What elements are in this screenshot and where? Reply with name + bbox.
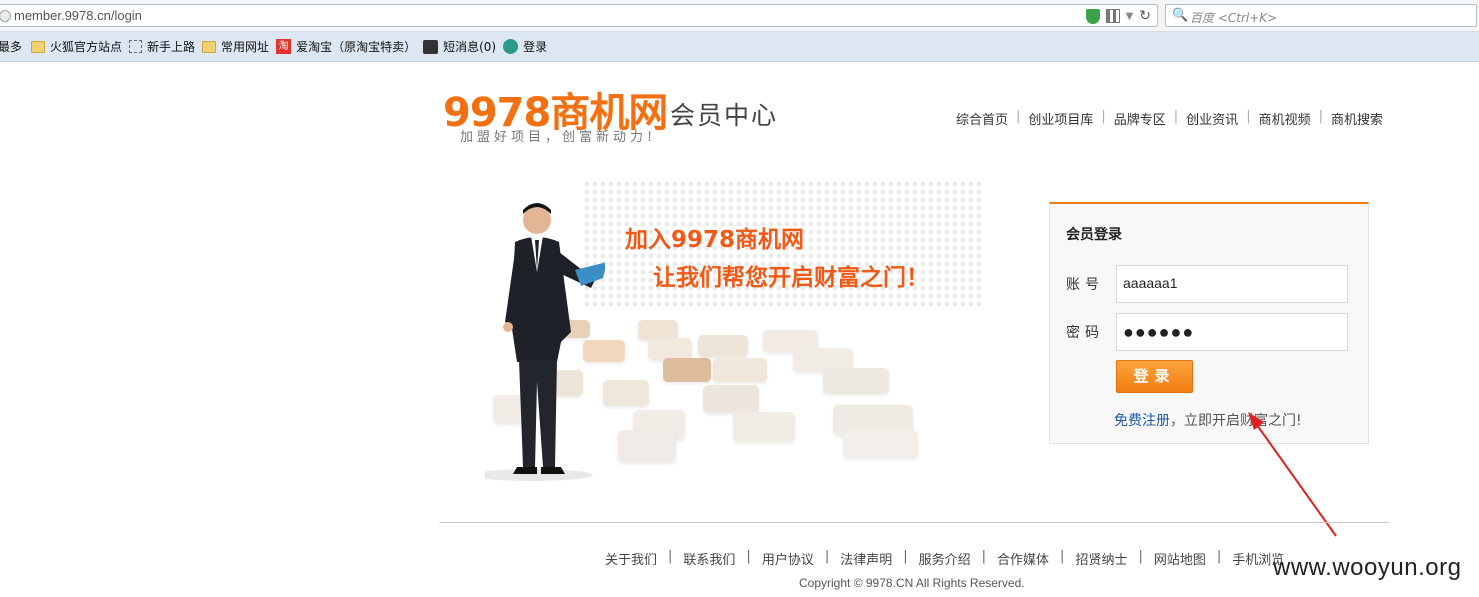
- footer-separator: |: [824, 549, 830, 564]
- account-input[interactable]: aaaaaa1: [1116, 265, 1348, 303]
- watermark-text: www.wooyun.org: [1273, 554, 1462, 581]
- nav-project-library[interactable]: 创业项目库: [1020, 109, 1101, 128]
- reload-icon[interactable]: ↻: [1139, 8, 1151, 24]
- nav-videos[interactable]: 商机视频: [1251, 109, 1319, 128]
- nav-search[interactable]: 商机搜索: [1323, 109, 1383, 128]
- nav-brands[interactable]: 品牌专区: [1106, 109, 1174, 128]
- password-input[interactable]: ●●●●●●: [1116, 313, 1348, 351]
- address-bar[interactable]: member.9978.cn/login ▼ ↻: [0, 4, 1158, 27]
- account-label: 账号: [1066, 277, 1104, 293]
- register-link[interactable]: 免费注册: [1114, 413, 1170, 429]
- footer-separator: |: [746, 549, 751, 564]
- qr-code-icon[interactable]: [1105, 9, 1120, 23]
- dashed-folder-icon: [129, 40, 143, 53]
- browser-toolbar: member.9978.cn/login ▼ ↻ 🔍 百度 <Ctrl+K>: [0, 0, 1479, 32]
- footer-link-jobs[interactable]: 招贤纳士: [1075, 549, 1127, 568]
- footer-link-media[interactable]: 合作媒体: [997, 549, 1049, 568]
- footer-links: 关于我们 | 联系我们 | 用户协议 | 法律声明 | 服务介绍 | 合作媒体 …: [605, 549, 1284, 568]
- bookmark-label: 火狐官方站点: [50, 40, 123, 54]
- footer-link-legal[interactable]: 法律声明: [840, 549, 892, 568]
- bookmarks-bar: 最多 火狐官方站点 新手上路 常用网址 淘 爱淘宝（原淘宝特卖） 短消息(0) …: [0, 32, 1479, 62]
- login-button[interactable]: 登录: [1116, 360, 1193, 393]
- nav-home[interactable]: 综合首页: [948, 109, 1016, 128]
- footer-separator: |: [1216, 549, 1222, 564]
- footer-link-services[interactable]: 服务介绍: [919, 549, 971, 568]
- bookmark-most[interactable]: 最多: [0, 38, 22, 55]
- hero-headline: 加入9978商机网: [625, 227, 805, 253]
- footer-separator: |: [903, 549, 908, 564]
- password-masked-value: ●●●●●●: [1123, 322, 1195, 342]
- footer-separator: |: [981, 549, 987, 564]
- message-icon: [423, 39, 439, 54]
- footer-link-sitemap[interactable]: 网站地图: [1154, 549, 1206, 568]
- password-label: 密码: [1066, 325, 1104, 341]
- bookmark-label: 新手上路: [147, 40, 196, 54]
- login-title: 会员登录: [1066, 227, 1122, 243]
- footer-divider: [439, 522, 1389, 523]
- footer-separator: |: [1138, 549, 1143, 564]
- footer-link-about[interactable]: 关于我们: [605, 549, 657, 568]
- top-navigation: 综合首页 | 创业项目库 | 品牌专区 | 创业资讯 | 商机视频 | 商机搜索: [948, 109, 1383, 128]
- bookmark-login[interactable]: 登录: [503, 38, 547, 55]
- nav-news[interactable]: 创业资讯: [1178, 109, 1246, 128]
- footer-separator: |: [1060, 549, 1065, 564]
- bookmark-label: 爱淘宝（原淘宝特卖）: [296, 40, 417, 54]
- bookmark-label: 登录: [523, 40, 548, 54]
- folder-icon: [31, 40, 46, 53]
- search-bar[interactable]: 🔍 百度 <Ctrl+K>: [1165, 4, 1477, 27]
- footer-link-agreement[interactable]: 用户协议: [762, 549, 814, 568]
- bookmark-messages[interactable]: 短消息(0): [423, 38, 496, 55]
- bookmark-label: 短消息(0): [443, 40, 497, 54]
- search-icon: 🔍: [1172, 8, 1189, 23]
- login-icon: [503, 39, 519, 54]
- bookmark-firefox[interactable]: 火狐官方站点: [31, 38, 122, 55]
- logo-slogan: 加盟好项目，创富新动力!: [460, 130, 657, 145]
- bookmark-label: 最多: [0, 40, 23, 54]
- bookmark-newbie[interactable]: 新手上路: [129, 38, 195, 55]
- folder-icon: [202, 40, 217, 53]
- hero-banner: 加入9978商机网 让我们帮您开启财富之门！: [463, 180, 993, 481]
- security-shield-icon[interactable]: [1085, 8, 1100, 24]
- search-placeholder[interactable]: 百度 <Ctrl+K>: [1190, 9, 1277, 26]
- copyright-text: Copyright © 9978.CN All Rights Reserved.: [799, 576, 1025, 590]
- footer-link-contact[interactable]: 联系我们: [683, 549, 735, 568]
- hero-subheadline: 让我们帮您开启财富之门！: [653, 265, 929, 291]
- bookmark-taobao[interactable]: 淘 爱淘宝（原淘宝特卖）: [276, 38, 416, 55]
- dropdown-arrow-icon[interactable]: ▼: [1126, 11, 1134, 22]
- address-text[interactable]: member.9978.cn/login: [14, 8, 142, 23]
- page-title: 会员中心: [670, 101, 779, 130]
- bookmark-common-sites[interactable]: 常用网址: [202, 38, 269, 55]
- footer-separator: |: [668, 549, 673, 564]
- businessman-image: [485, 203, 605, 481]
- globe-icon: [0, 10, 11, 22]
- taobao-icon: 淘: [276, 39, 292, 54]
- bookmark-label: 常用网址: [221, 40, 270, 54]
